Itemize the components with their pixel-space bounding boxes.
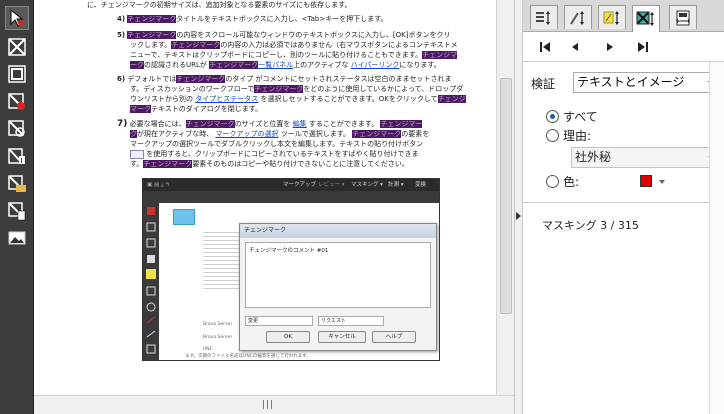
redaction-mark[interactable]: ク bbox=[130, 130, 137, 138]
doc-step-7-line: クが現在アクティブな時、 マークアップの選択 ツールで選択します。 チェンジマー… bbox=[130, 130, 430, 138]
document-horizontal-scrollbar[interactable]: ||| bbox=[34, 395, 514, 414]
doc-step-7-line: マークアップの選択ツールでダブルクリックし本文を編集します。テキストの貼り付けボ… bbox=[130, 140, 424, 148]
redaction-mark[interactable]: チェンジマーク bbox=[254, 85, 304, 93]
doc-step-4: 4) チェンジマークタイトルをテキストボックスに入力し、<Tab>キーを押下しま… bbox=[117, 15, 388, 23]
masking-navigation bbox=[523, 32, 724, 62]
radio-reason-label: 理由: bbox=[563, 129, 592, 143]
masking-panel: 検証 テキストとイメージ すべて 理由: 社外秘 色: マスキング 3 / 31… bbox=[523, 0, 724, 414]
redact-box-icon[interactable] bbox=[5, 35, 29, 59]
redaction-mark[interactable]: チェンジマー bbox=[380, 120, 423, 128]
redact-text-icon[interactable]: I bbox=[5, 144, 29, 168]
doc-step-5: 5) チェンジマークの内容をスクロール可能なウィンドウのテキストボックスに入力し… bbox=[117, 31, 451, 39]
redaction-mark[interactable]: ーク bbox=[130, 61, 144, 69]
list-sort-icon[interactable] bbox=[530, 5, 558, 29]
redaction-mark[interactable]: マーク bbox=[130, 105, 151, 113]
verify-label: 検証 bbox=[531, 77, 556, 91]
prev-page-icon[interactable] bbox=[568, 40, 582, 54]
radio-color-label: 色: bbox=[563, 175, 580, 189]
redaction-mark[interactable]: チェンジマーク bbox=[209, 61, 259, 69]
doc-step-7-line: す。チェンジマーク要素そのものはコピーや貼り付けできないことに注意してください。 bbox=[130, 160, 409, 168]
last-page-icon[interactable] bbox=[636, 40, 650, 54]
reason-select[interactable]: 社外秘 bbox=[571, 147, 721, 168]
fit-width-icon[interactable] bbox=[669, 5, 697, 29]
radio-all[interactable] bbox=[546, 110, 559, 123]
redact-user-icon[interactable] bbox=[5, 90, 29, 114]
radio-color[interactable] bbox=[546, 175, 559, 188]
change-mark-dialog: チェンジマーク チェンジマークのコメント #01 変更 リクエスト OK キャン… bbox=[239, 223, 437, 351]
doc-step-5-line: ックします。チェンジマークの内容の入力は必須ではありません（右マウスボタンによる… bbox=[130, 41, 458, 49]
note-sort-icon[interactable] bbox=[598, 5, 626, 29]
color-dropdown-icon[interactable] bbox=[659, 180, 665, 184]
redaction-app-window: I に、チェンジマークの初期サイズは、追加対象となる要素のサイズにも依存します。… bbox=[0, 0, 724, 414]
dialog-title: チェンジマーク bbox=[240, 224, 436, 238]
masking-image-icon[interactable] bbox=[632, 5, 660, 32]
change-mark-shape bbox=[173, 209, 195, 225]
redaction-mark[interactable]: チェンジ bbox=[437, 95, 466, 103]
redact-page-icon[interactable] bbox=[5, 199, 29, 223]
link-edit[interactable]: 編集 bbox=[293, 120, 307, 128]
panel-splitter[interactable] bbox=[514, 0, 523, 414]
redaction-mark[interactable]: チェンジマ bbox=[422, 51, 458, 59]
paste-text-button-icon bbox=[130, 149, 144, 159]
doc-step-6: 6) デフォルトではチェンジマークのタイプ がコメントにセットされステータスは空… bbox=[117, 75, 452, 83]
doc-line: に、チェンジマークの初期サイズは、追加対象となる要素のサイズにも依存します。 bbox=[87, 1, 352, 9]
radio-reason[interactable] bbox=[546, 129, 559, 142]
next-page-icon[interactable] bbox=[603, 40, 617, 54]
masking-count: マスキング 3 / 315 bbox=[542, 219, 639, 232]
panel-tabs bbox=[523, 0, 724, 32]
dialog-cancel-button: キャンセル bbox=[318, 331, 366, 343]
dialog-status-select: リクエスト bbox=[318, 316, 384, 326]
dialog-ok-button: OK bbox=[266, 331, 310, 343]
embedded-menubar: ▣ ▤ ⤓ ↰ マークアップ レビュー ▾ マスキング ▾ 計測 ▾ 変換 bbox=[143, 179, 439, 191]
doc-step-7: 7) 必要な場合には、チェンジマークのサイズと位置を 編集 することができます。… bbox=[117, 119, 423, 129]
pen-sort-icon[interactable] bbox=[564, 5, 592, 29]
redaction-mark[interactable]: チェンジマーク bbox=[171, 41, 221, 49]
document-vertical-scrollbar[interactable] bbox=[496, 0, 514, 395]
doc-step-6-line: マークテキストのダイアログを閉じます。 bbox=[130, 105, 263, 113]
redact-search-icon[interactable] bbox=[5, 117, 29, 141]
redact-folder-icon[interactable] bbox=[5, 172, 29, 196]
redaction-mark[interactable]: チェンジマーク bbox=[352, 130, 402, 138]
doc-step-5-line: ニューで、テキストはクリップボードにコピーし、別のツールに貼り付けることもできま… bbox=[130, 51, 458, 59]
link-select-markup[interactable]: マークアップの選択 bbox=[215, 130, 278, 138]
doc-step-6-line: す。ディスカッションのワークフローでチェンジマークをどのように使用しているかによ… bbox=[130, 85, 464, 93]
image-icon[interactable] bbox=[5, 226, 29, 250]
link-type-status[interactable]: タイプとステータス bbox=[195, 95, 258, 103]
doc-step-7-line: を使用すると、クリップボードにコピーされているテキストをすばやく貼り付けできま bbox=[130, 149, 419, 159]
dialog-type-select: 変更 bbox=[245, 316, 313, 326]
radio-all-label: すべて bbox=[563, 110, 598, 124]
panel-vertical-scrollbar[interactable] bbox=[709, 62, 724, 414]
scrollbar-grip[interactable]: ||| bbox=[262, 400, 274, 410]
embedded-toolbar bbox=[143, 191, 439, 203]
redaction-mark[interactable]: チェンジマーク bbox=[127, 31, 177, 39]
redaction-mark[interactable]: チェンジマーク bbox=[185, 120, 235, 128]
doc-step-6-line: ウンリストから別の タイプとステータス を選択しセットすることができます。OKを… bbox=[130, 95, 466, 103]
document-viewer[interactable]: に、チェンジマークの初期サイズは、追加対象となる要素のサイズにも依存します。 4… bbox=[34, 0, 514, 414]
color-swatch[interactable] bbox=[640, 175, 652, 187]
doc-step-5-line: ークの認識されるURLが チェンジマーク一覧パネル上のアクティブな ハイパーリン… bbox=[130, 61, 441, 69]
redaction-mark[interactable]: チェンジマーク bbox=[143, 160, 193, 168]
redact-frame-icon[interactable] bbox=[5, 62, 29, 86]
redaction-toolbar: I bbox=[0, 0, 34, 414]
scrollbar-thumb[interactable] bbox=[500, 78, 512, 314]
document-page: に、チェンジマークの初期サイズは、追加対象となる要素のサイズにも依存します。 4… bbox=[42, 0, 494, 395]
first-page-icon[interactable] bbox=[538, 40, 552, 54]
redaction-mark[interactable]: チェンジマーク bbox=[127, 15, 177, 23]
link-hyperlink[interactable]: ハイパーリンク bbox=[351, 61, 400, 69]
dialog-comment-box: チェンジマークのコメント #01 bbox=[245, 242, 431, 308]
link-list-panel[interactable]: 一覧パネル bbox=[258, 61, 293, 69]
embedded-left-toolbar bbox=[143, 203, 159, 360]
dialog-help-button: ヘルプ bbox=[372, 331, 416, 343]
embedded-screenshot: ▣ ▤ ⤓ ↰ マークアップ レビュー ▾ マスキング ▾ 計測 ▾ 変換 Br… bbox=[142, 178, 440, 361]
svg-text:I: I bbox=[21, 157, 23, 165]
redaction-mark[interactable]: チェンジマーク bbox=[176, 75, 226, 83]
collapse-arrow-icon[interactable] bbox=[516, 212, 521, 220]
verify-select[interactable]: テキストとイメージ bbox=[573, 72, 721, 93]
redact-arrow-icon[interactable] bbox=[5, 6, 29, 30]
panel-divider bbox=[523, 202, 724, 203]
